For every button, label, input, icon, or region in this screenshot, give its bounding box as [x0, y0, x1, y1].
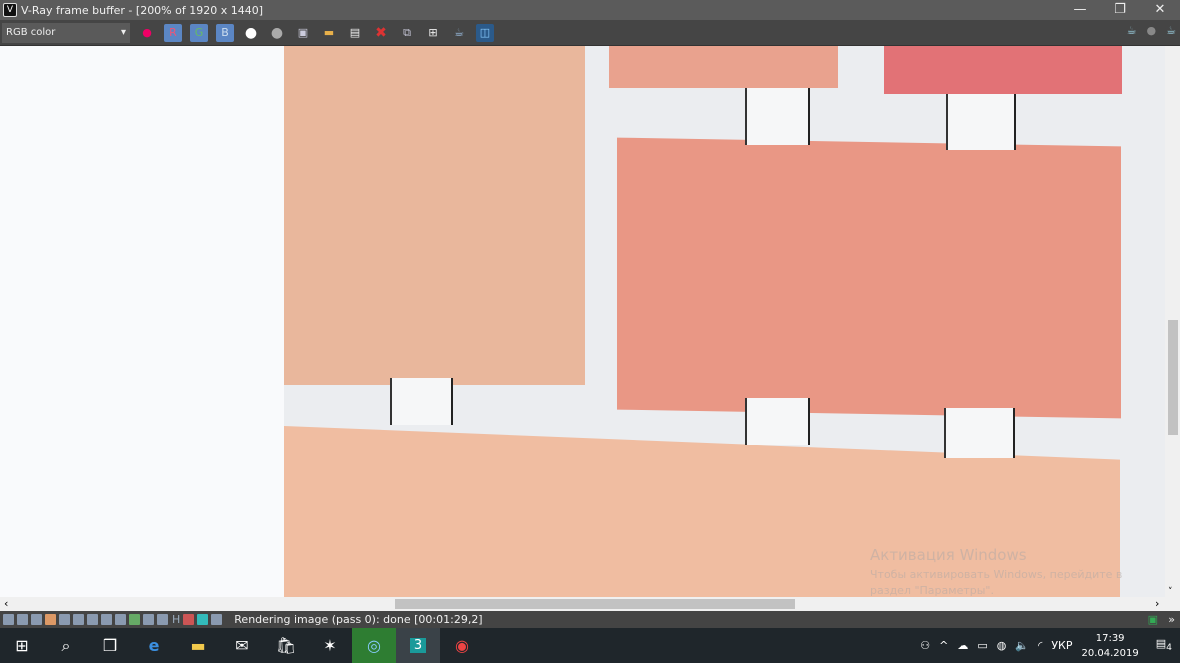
close-button[interactable]: ✕	[1140, 0, 1180, 20]
scroll-right-icon[interactable]: ›	[1155, 597, 1159, 610]
connector	[946, 94, 1016, 150]
monochrome-icon[interactable]: ●	[268, 24, 286, 42]
curves-icon[interactable]	[101, 614, 112, 625]
lens-effects-icon[interactable]	[115, 614, 126, 625]
red-channel-button[interactable]: R	[164, 23, 182, 42]
taskbar: ⊞ ⌕ ❒ e ▬ ✉ 🛍 ✶ ◎ 3 ◉ ⚇ ^ ☁ ▭ ◍ 🔈 ◜ УКР …	[0, 628, 1180, 663]
title-bar: V V-Ray frame buffer - [200% of 1920 x 1…	[0, 0, 1180, 20]
alpha-white-icon[interactable]: ●	[242, 24, 260, 42]
task-view-icon[interactable]: ❒	[88, 628, 132, 663]
time: 17:39	[1095, 632, 1125, 644]
connector	[745, 398, 810, 445]
layers-icon[interactable]	[17, 614, 28, 625]
expand-icon[interactable]: »	[1168, 613, 1175, 626]
channel-select-value: RGB color	[6, 27, 56, 38]
language-indicator[interactable]: УКР	[1051, 639, 1072, 652]
windows-start-icon[interactable]: ⊞	[0, 628, 44, 663]
wood-panel	[284, 46, 585, 385]
blue-channel-button[interactable]: B	[216, 23, 234, 42]
clock[interactable]: 17:39 20.04.2019	[1082, 631, 1139, 661]
green-channel-button[interactable]: G	[190, 23, 208, 42]
activation-watermark-line2: раздел "Параметры".	[870, 584, 994, 597]
horizontal-scrollbar[interactable]: ‹ ›	[0, 597, 1180, 611]
store-icon[interactable]: 🛍	[264, 628, 308, 663]
battery-icon[interactable]: ▭	[977, 639, 987, 652]
3dsmax-label: 3	[409, 638, 427, 653]
chrome-icon[interactable]: ◉	[440, 628, 484, 663]
open-folder-icon[interactable]: ▬	[320, 24, 338, 42]
background-area	[0, 46, 284, 597]
restore-button[interactable]: ❐	[1100, 0, 1140, 20]
scroll-down-icon[interactable]: ˅	[1168, 587, 1173, 597]
wood-panel	[884, 46, 1122, 94]
stop-icon[interactable]: ●	[1147, 24, 1157, 37]
connector	[745, 88, 810, 145]
hsl-icon[interactable]	[59, 614, 70, 625]
histogram-icon[interactable]	[87, 614, 98, 625]
vertical-scrollbar[interactable]: ˅	[1165, 46, 1180, 597]
vertical-scroll-thumb[interactable]	[1168, 320, 1178, 435]
color-channels-icon[interactable]: ●	[138, 24, 156, 42]
pixel-info-icon[interactable]	[211, 614, 223, 625]
app-tray-icon[interactable]: ◍	[997, 639, 1007, 652]
duplicate-icon[interactable]: ⧉	[398, 24, 416, 42]
dropdown-arrow-icon: ▾	[120, 27, 126, 38]
clear-image-icon[interactable]: ✖	[372, 24, 390, 42]
color-correction-icon[interactable]	[45, 614, 56, 625]
stereo-icon[interactable]: ◫	[476, 23, 494, 42]
h-icon[interactable]: H	[172, 613, 180, 626]
scroll-left-icon[interactable]: ‹	[4, 597, 8, 610]
horizontal-scroll-thumb[interactable]	[395, 599, 795, 609]
date: 20.04.2019	[1081, 647, 1139, 659]
notification-count: 4	[1166, 642, 1172, 654]
vray-logo-icon: V	[3, 3, 17, 17]
file-explorer-icon[interactable]: ▬	[176, 628, 220, 663]
onedrive-icon[interactable]: ☁	[957, 639, 968, 652]
save-icon[interactable]: ▣	[294, 24, 312, 42]
wifi-icon[interactable]: ◜	[1038, 639, 1042, 652]
edge-icon[interactable]: e	[132, 628, 176, 663]
render-interactive-icon[interactable]: ☕	[1127, 24, 1137, 37]
info-icon[interactable]	[31, 614, 42, 625]
3dsmax-icon[interactable]: 3	[396, 628, 440, 663]
channel-select[interactable]: RGB color ▾	[2, 22, 130, 43]
connector	[390, 378, 453, 425]
show-hidden-icons[interactable]: ^	[939, 639, 948, 652]
background-image-icon[interactable]	[129, 614, 140, 625]
uplay-icon[interactable]: ◎	[352, 628, 396, 663]
connector	[944, 408, 1015, 458]
log-icon[interactable]: ▣	[1148, 613, 1158, 626]
minimize-button[interactable]: —	[1060, 0, 1100, 20]
ocio-icon[interactable]	[197, 614, 209, 625]
render-icon[interactable]: ☕	[1166, 24, 1176, 37]
compare-icon[interactable]	[183, 614, 195, 625]
history-icon[interactable]	[3, 614, 14, 625]
wood-panel	[617, 137, 1121, 419]
status-bar: H Rendering image (pass 0): done [00:01:…	[0, 611, 1180, 628]
zbrush-icon[interactable]: ✶	[308, 628, 352, 663]
search-icon[interactable]: ⌕	[44, 628, 88, 663]
mail-icon[interactable]: ✉	[220, 628, 264, 663]
render-viewport[interactable]: Активация Windows Чтобы активировать Win…	[0, 46, 1165, 597]
window-title: V-Ray frame buffer - [200% of 1920 x 144…	[21, 3, 264, 17]
toolbar: RGB color ▾ ● R G B ● ● ▣ ▬ ▤ ✖ ⧉ ⊞ ☕ ◫ ☕…	[0, 20, 1180, 46]
people-icon[interactable]: ⚇	[920, 639, 930, 652]
render-teapot-icon[interactable]: ☕	[450, 24, 468, 42]
status-text: Rendering image (pass 0): done [00:01:29…	[234, 613, 483, 626]
levels-icon[interactable]	[73, 614, 84, 625]
activation-watermark-line1: Чтобы активировать Windows, перейдите в	[870, 568, 1123, 581]
wood-panel	[609, 46, 838, 88]
exposure-icon[interactable]	[143, 614, 154, 625]
activation-watermark-title: Активация Windows	[870, 546, 1027, 564]
volume-icon[interactable]: 🔈	[1015, 639, 1029, 652]
region-render-icon[interactable]: ⊞	[424, 24, 442, 42]
notifications-icon[interactable]: ▤4	[1156, 637, 1172, 653]
lut-icon[interactable]	[157, 614, 168, 625]
clipboard-icon[interactable]: ▤	[346, 24, 364, 42]
